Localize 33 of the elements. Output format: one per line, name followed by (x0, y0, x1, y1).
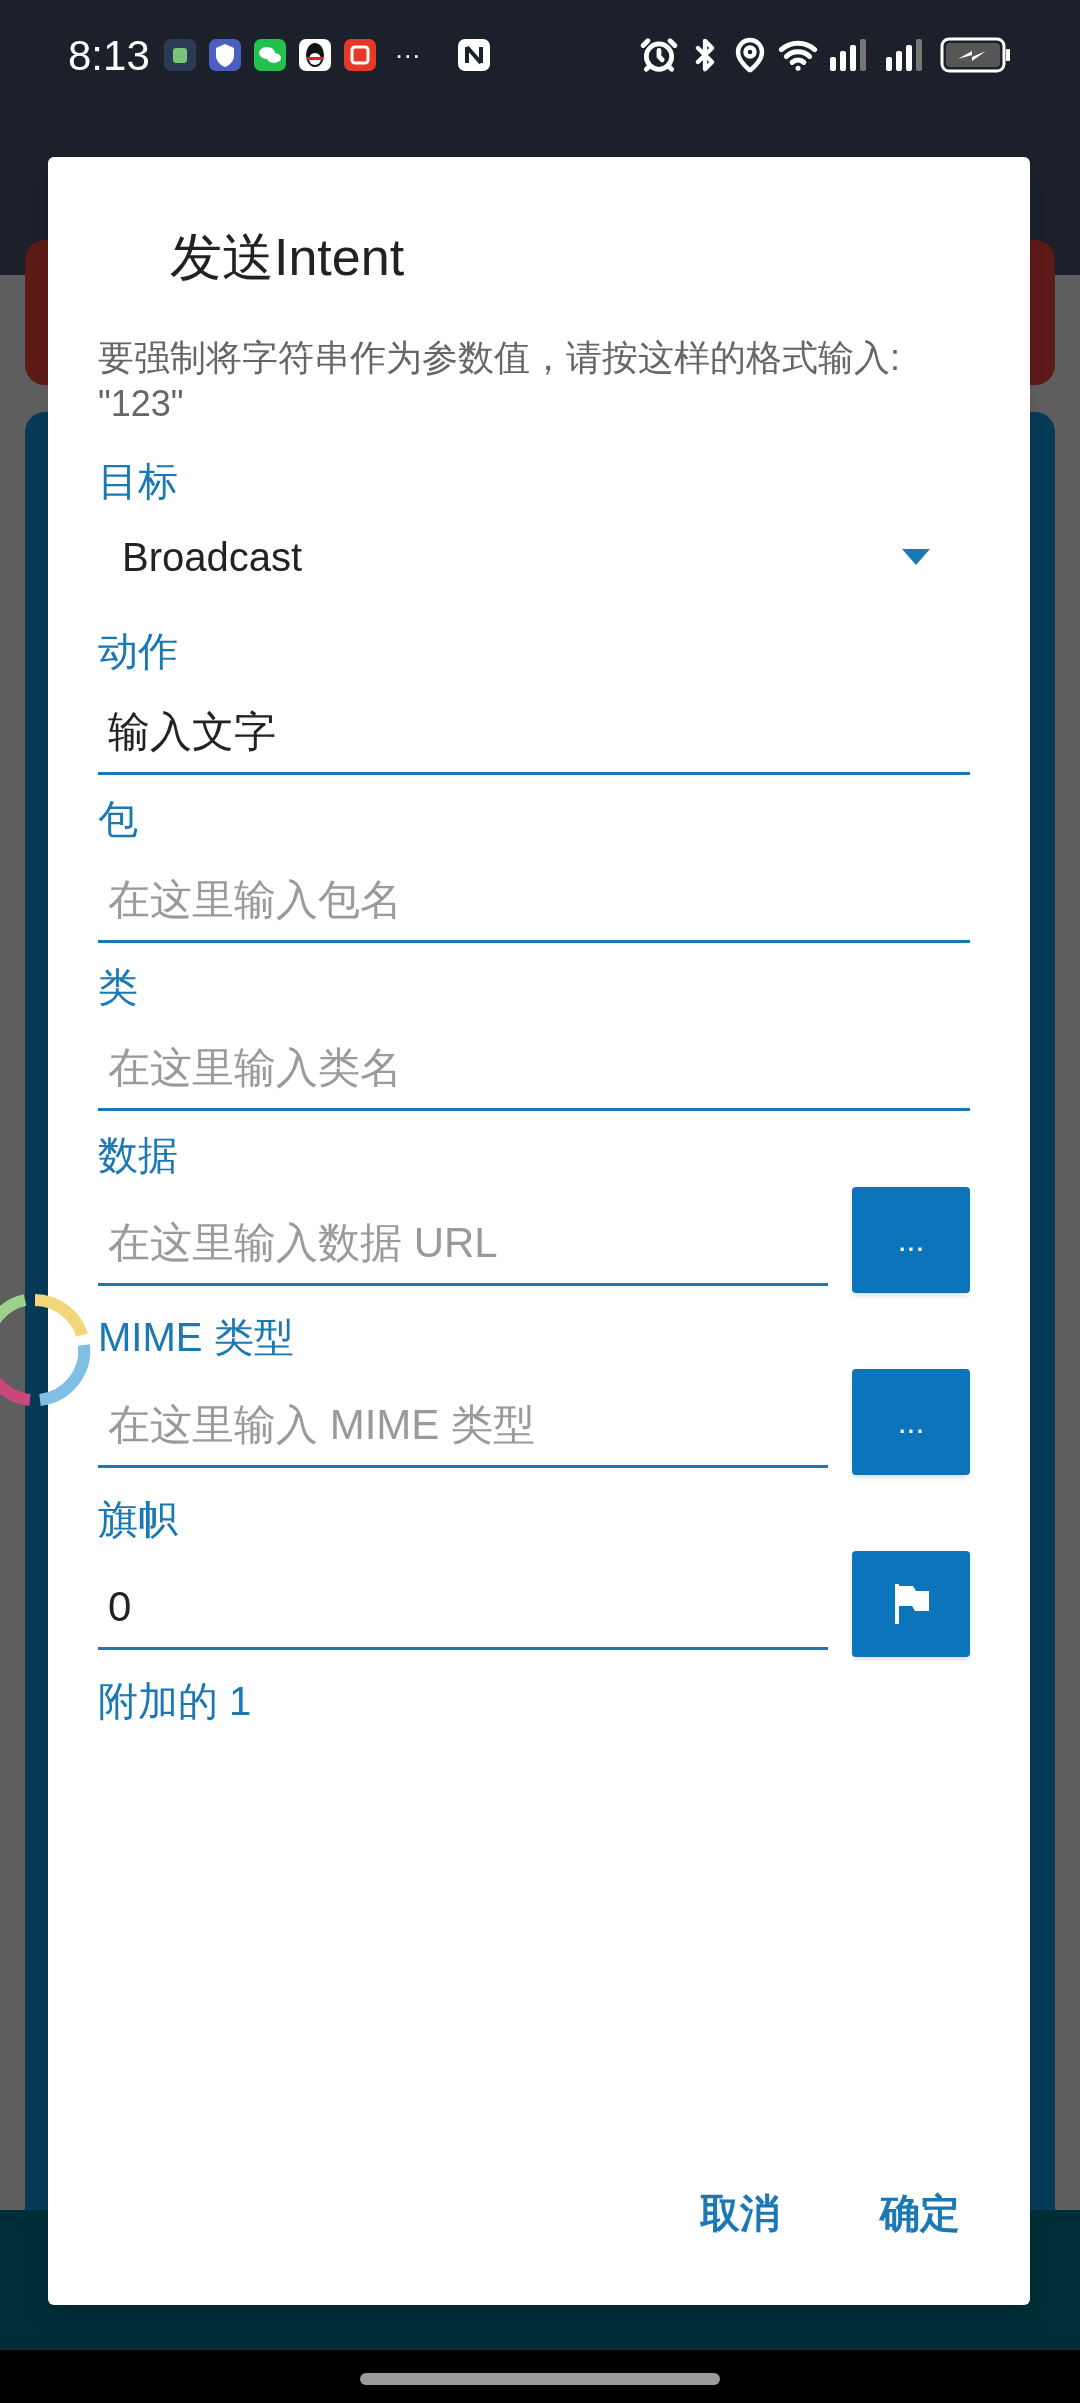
browse-button[interactable]: ... (852, 1369, 970, 1475)
dropdown-caret-icon (902, 549, 930, 565)
flag-button[interactable] (852, 1551, 970, 1657)
dialog-title: 发送Intent (169, 227, 406, 288)
text-input-field[interactable]: 在这里输入 MIME 类型 (98, 1384, 828, 1468)
field-label: 包 (98, 796, 139, 843)
field-label: 目标 (98, 458, 179, 505)
field-label: 类 (98, 964, 139, 1011)
field-label: 附加的 1 (98, 1678, 253, 1725)
text-input-field[interactable]: 0 (98, 1566, 828, 1650)
battery-charging-icon (940, 37, 1012, 73)
field-label: 旗帜 (98, 1496, 179, 1543)
more-notifications: ··· (394, 38, 421, 72)
text-input-field[interactable]: 输入文字 (98, 691, 970, 775)
app-notification-icon (253, 39, 286, 71)
nfc-icon (457, 39, 490, 71)
cancel-button[interactable]: 取消 (680, 2167, 800, 2259)
field-label: 动作 (98, 628, 179, 675)
app-notification-icon (163, 39, 196, 71)
text-input-field[interactable]: 在这里输入类名 (98, 1027, 970, 1111)
app-notification-icon (298, 39, 331, 71)
field-label: 数据 (98, 1132, 179, 1179)
status-time: 8:13 (68, 30, 150, 81)
ok-button[interactable]: 确定 (860, 2167, 980, 2259)
text-input-field[interactable]: 在这里输入包名 (98, 859, 970, 943)
app-notification-icon (208, 39, 241, 71)
dialog-hint: 要强制将字符串作为参数值，请按这样的格式输入: "123" (98, 336, 901, 426)
field-label: MIME 类型 (98, 1314, 295, 1361)
target-dropdown[interactable]: Broadcast (98, 507, 970, 607)
text-input-field[interactable]: 在这里输入数据 URL (98, 1202, 828, 1286)
app-notification-icon (343, 39, 376, 71)
browse-button[interactable]: ... (852, 1187, 970, 1293)
alarm-icon (640, 36, 678, 74)
